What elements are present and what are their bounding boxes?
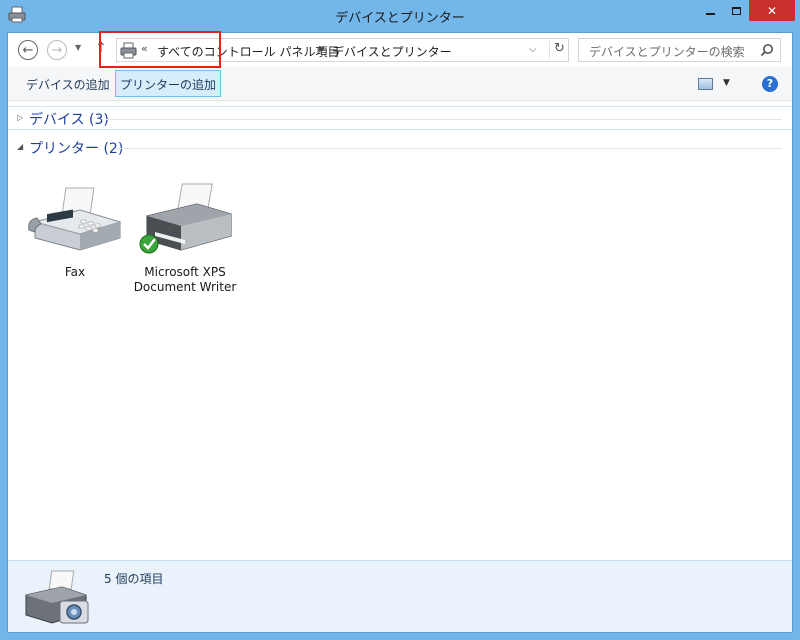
explorer-frame: ← → ▼ ↑ « すべてのコントロール パネル項目 ▶ デバイスとプリンター … — [7, 32, 793, 633]
divider — [115, 148, 782, 149]
minimize-button[interactable] — [697, 0, 723, 21]
window-title: デバイスとプリンター — [335, 11, 465, 26]
view-options-dropdown[interactable]: ▼ — [723, 78, 730, 88]
printer-icon — [139, 183, 232, 254]
minimize-icon — [705, 12, 715, 15]
group-devices[interactable]: ▷ デバイス (3) — [8, 106, 792, 130]
maximize-icon — [731, 6, 741, 15]
details-pane: 5 個の項目 — [8, 560, 792, 632]
arrow-left-icon: ← — [22, 42, 34, 58]
refresh-icon[interactable]: ↻ — [549, 41, 569, 59]
group-title-devices[interactable]: デバイス (3) — [29, 109, 109, 129]
printer-item-xps[interactable]: Microsoft XPS Document Writer — [130, 180, 240, 295]
search-input[interactable]: デバイスとプリンターの検索 — [578, 38, 781, 62]
collapse-arrow-icon[interactable]: ◢ — [17, 142, 23, 151]
devices-printers-icon — [25, 570, 89, 624]
fax-machine-icon — [28, 187, 122, 251]
forward-button[interactable]: → — [47, 40, 67, 60]
recent-locations-button[interactable]: ▼ — [75, 43, 81, 52]
chevron-down-icon[interactable]: ⌵ — [529, 44, 537, 55]
group-printers[interactable]: ◢ プリンター (2) — [8, 136, 792, 160]
printer-label: Microsoft XPS Document Writer — [133, 265, 237, 294]
add-printer-button[interactable]: プリンターの追加 — [115, 70, 221, 97]
breadcrumb-devices-printers[interactable]: デバイスとプリンター — [332, 43, 452, 60]
expand-arrow-icon[interactable]: ▷ — [17, 113, 23, 122]
search-placeholder: デバイスとプリンターの検索 — [589, 45, 745, 59]
item-count: 5 個の項目 — [104, 572, 164, 586]
divider — [106, 119, 782, 120]
search-icon[interactable] — [760, 43, 774, 57]
arrow-right-icon: → — [51, 42, 63, 58]
change-view-icon[interactable] — [698, 78, 713, 90]
close-button[interactable]: ✕ — [749, 0, 795, 21]
add-device-button[interactable]: デバイスの追加 — [26, 72, 110, 96]
group-title-printers[interactable]: プリンター (2) — [29, 138, 123, 158]
help-icon[interactable]: ? — [762, 76, 778, 92]
window: デバイスとプリンター ✕ ← → ▼ ↑ « すべてのコントロール パネル項目 … — [0, 0, 800, 640]
back-button[interactable]: ← — [18, 40, 38, 60]
highlight-box — [99, 31, 221, 68]
printer-item-fax[interactable]: Fax — [20, 180, 130, 280]
content-area: ▷ デバイス (3) ◢ プリンター (2) Fax Microsoft XPS… — [8, 102, 792, 560]
command-bar: デバイスの追加 プリンターの追加 ▼ ? — [8, 67, 792, 101]
close-icon: ✕ — [766, 3, 778, 18]
title-bar[interactable]: デバイスとプリンター ✕ — [0, 0, 800, 32]
printer-label: Fax — [64, 265, 86, 279]
chevron-right-icon[interactable]: ▶ — [319, 44, 325, 53]
maximize-button[interactable] — [723, 0, 749, 21]
